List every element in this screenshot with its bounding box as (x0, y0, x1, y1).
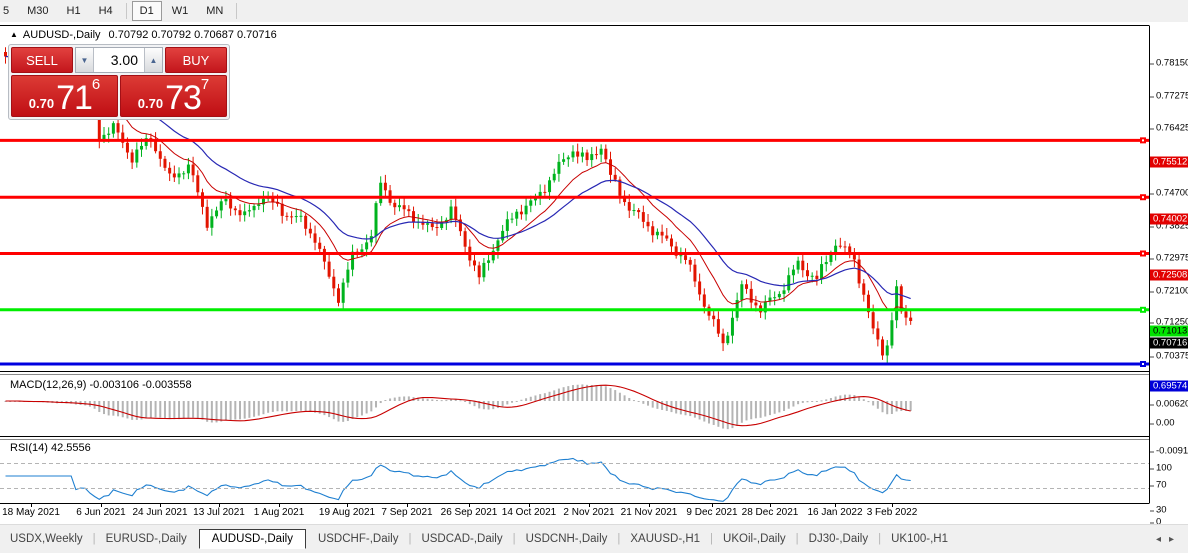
chart-tab-bar: USDX,Weekly|EURUSD-,DailyAUDUSD-,DailyUS… (0, 524, 1188, 553)
chart-tab-xauusd-h1[interactable]: XAUUSD-,H1 (620, 530, 710, 548)
rsi-label: RSI(14) 42.5556 (10, 442, 91, 454)
chart-tab-usdcnh-daily[interactable]: USDCNH-,Daily (516, 530, 618, 548)
price-tick-label: 0.77275 (1150, 91, 1188, 102)
rsi-tick-label: 100 (1150, 463, 1188, 474)
timeframe-button-w1[interactable]: W1 (164, 1, 197, 21)
timeframe-button-m30[interactable]: M30 (19, 1, 56, 21)
timeframe-button-5[interactable]: 5 (0, 1, 17, 21)
chart-tab-uk100-h1[interactable]: UK100-,H1 (881, 530, 958, 548)
price-level-chip: 0.71013 (1150, 326, 1188, 337)
symbol-name: AUDUSD-,Daily (23, 29, 101, 41)
chart-tab-usdx-weekly[interactable]: USDX,Weekly (0, 530, 93, 548)
timeframe-button-d1[interactable]: D1 (132, 1, 162, 21)
price-tick-label: 0.72975 (1150, 253, 1188, 264)
sell-price-prefix: 0.70 (29, 96, 54, 111)
chart-tab-usdcad-daily[interactable]: USDCAD-,Daily (411, 530, 512, 548)
toolbar-separator (236, 3, 237, 19)
volume-spinner: ▼ 3.00 ▲ (75, 47, 163, 73)
toolbar-separator (126, 3, 127, 19)
buy-button[interactable]: BUY (165, 47, 227, 73)
timeframe-button-mn[interactable]: MN (198, 1, 231, 21)
chart-window: ▲ AUDUSD-,Daily 0.70792 0.70792 0.70687 0.… (0, 22, 1188, 524)
price-level-chip: 0.75512 (1150, 157, 1188, 168)
price-axis[interactable]: 0.781500.772750.764250.747000.738250.729… (1150, 22, 1188, 524)
volume-input[interactable]: 3.00 (94, 48, 144, 72)
sell-price-pip: 6 (92, 77, 100, 92)
sell-button[interactable]: SELL (11, 47, 73, 73)
timeframe-toolbar: 5M30H1H4 D1W1MN (0, 0, 1188, 23)
chart-tab-audusd-daily[interactable]: AUDUSD-,Daily (199, 529, 306, 549)
buy-price-pip: 7 (201, 77, 209, 92)
price-level-chip: 0.69574 (1150, 381, 1188, 392)
volume-decrease-icon[interactable]: ▼ (76, 48, 94, 72)
rsi-pane (6, 458, 911, 501)
sell-price-big: 71 (56, 83, 92, 113)
price-tick-label: 0.74700 (1150, 188, 1188, 199)
symbol-triangle-icon: ▲ (10, 30, 18, 39)
price-tick-label: 0.78150 (1150, 58, 1188, 69)
buy-price-box[interactable]: 0.70737 (120, 75, 227, 117)
ohlc-values: 0.70792 0.70792 0.70687 0.70716 (109, 29, 277, 41)
price-level-chip: 0.70716 (1150, 338, 1188, 349)
macd-tick-label: 0.006201 (1150, 399, 1188, 410)
macd-label: MACD(12,26,9) -0.003106 -0.003558 (10, 379, 192, 391)
volume-increase-icon[interactable]: ▲ (144, 48, 162, 72)
chart-tab-ukoil-daily[interactable]: UKOil-,Daily (713, 530, 796, 548)
price-tick-label: 0.70375 (1150, 351, 1188, 362)
rsi-tick-label: 30 (1150, 505, 1188, 516)
chart-tab-eurusd-daily[interactable]: EURUSD-,Daily (96, 530, 197, 548)
sell-price-box[interactable]: 0.70716 (11, 75, 118, 117)
trading-app-window: 5M30H1H4 D1W1MN ▲ AUDUSD-,Daily 0.70792 0.7… (0, 0, 1188, 553)
chart-tabs: USDX,Weekly|EURUSD-,DailyAUDUSD-,DailyUS… (0, 528, 958, 550)
price-level-chip: 0.74002 (1150, 214, 1188, 225)
price-tick-label: 0.76425 (1150, 123, 1188, 134)
chart-tab-dj30-daily[interactable]: DJ30-,Daily (799, 530, 878, 548)
timeframe-button-h4[interactable]: H4 (91, 1, 121, 21)
chart-tab-usdchf-daily[interactable]: USDCHF-,Daily (308, 530, 409, 548)
macd-tick-label: 0.00 (1150, 418, 1188, 429)
symbol-ohlc-line: ▲ AUDUSD-,Daily 0.70792 0.70792 0.70687 0.… (10, 29, 277, 41)
one-click-trading-panel: SELL ▼ 3.00 ▲ BUY 0.70716 0.70737 (8, 44, 230, 120)
price-tick-label: 0.72100 (1150, 286, 1188, 297)
tab-scroll-arrows[interactable]: ◂▸ (1156, 534, 1182, 545)
buy-price-prefix: 0.70 (138, 96, 163, 111)
tab-scroll-left-icon[interactable]: ◂ (1156, 534, 1169, 545)
macd-pane (5, 384, 912, 429)
rsi-tick-label: 70 (1150, 480, 1188, 491)
tab-scroll-right-icon[interactable]: ▸ (1169, 534, 1182, 545)
timeframe-button-h1[interactable]: H1 (59, 1, 89, 21)
buy-price-big: 73 (165, 83, 201, 113)
price-level-chip: 0.72508 (1150, 270, 1188, 281)
macd-tick-label: -0.00919 (1150, 446, 1188, 457)
